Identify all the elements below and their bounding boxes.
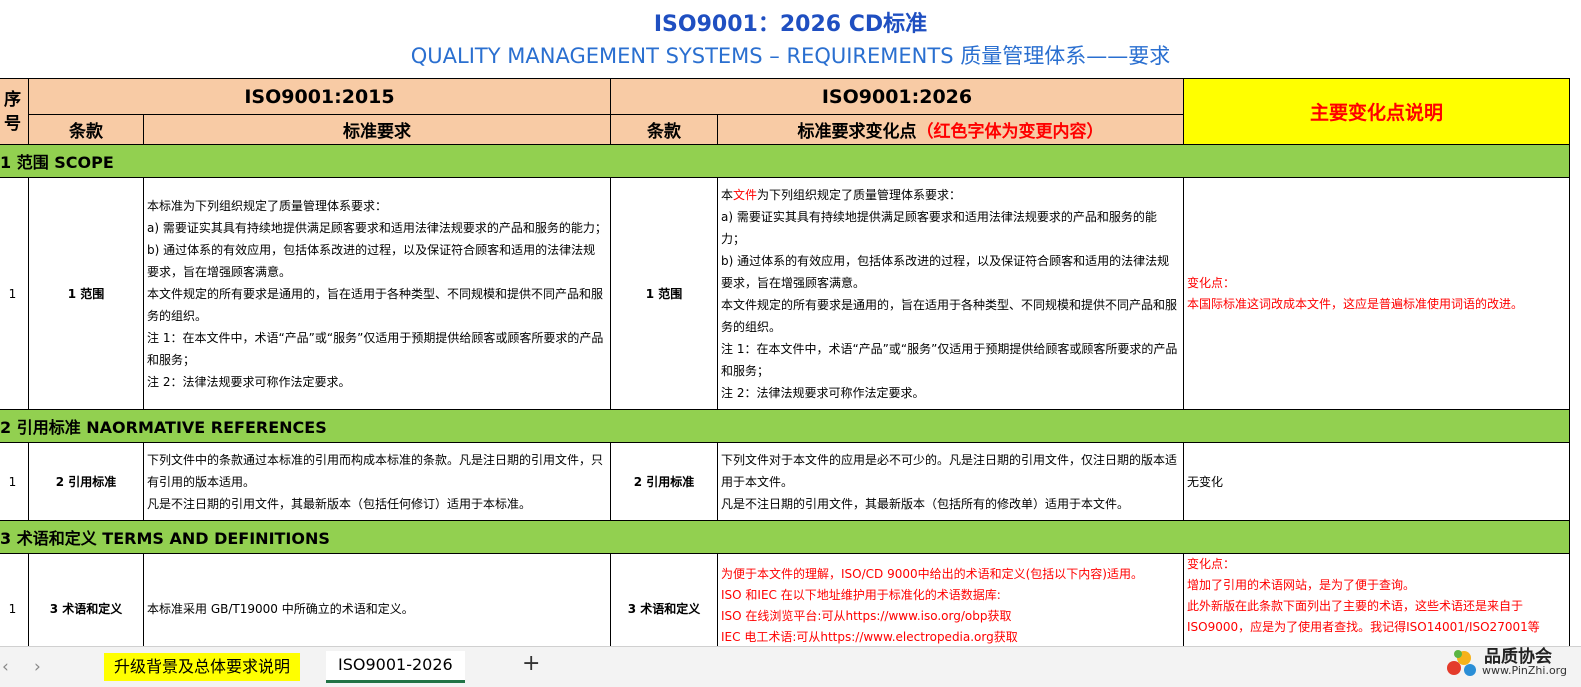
requirement-2015[interactable]: 下列文件中的条款通过本标准的引用而构成本标准的条款。凡是注日期的引用文件，只有引… [143,442,611,521]
add-sheet-button[interactable]: + [522,651,540,676]
header-main-change[interactable]: 主要变化点说明 [1183,78,1570,145]
prev-sheet-icon[interactable]: ‹ [2,657,9,677]
header-iso2026[interactable]: ISO9001:2026 [610,78,1184,115]
section-references[interactable]: 2 引用标准 NAORMATIVE REFERENCES [0,409,1570,443]
row-number[interactable]: 1 [0,177,29,410]
clause-2015[interactable]: 2 引用标准 [28,442,144,521]
watermark-url: www.PinZhi.org [1482,664,1567,677]
clause-2026[interactable]: 1 范围 [610,177,718,410]
requirement-2026[interactable]: 下列文件对于本文件的应用是必不可少的。凡是注日期的引用文件，仅注日期的版本适用于… [717,442,1184,521]
sheet-tab-bar: ‹ › 升级背景及总体要求说明 ISO9001-2026 + [0,646,1581,687]
next-sheet-icon[interactable]: › [34,657,41,677]
clause-2015[interactable]: 1 范围 [28,177,144,410]
change-note[interactable]: 变化点： 本国际标准这词改成本文件，这应是普遍标准使用词语的改进。 [1183,177,1570,410]
sheet-subtitle: QUALITY MANAGEMENT SYSTEMS – REQUIREMENT… [410,44,1171,68]
tab-background[interactable]: 升级背景及总体要求说明 [104,653,301,681]
comparison-table: 序 号 ISO9001:2015 ISO9001:2026 主要变化点说明 条款… [0,78,1570,664]
row-number[interactable]: 1 [0,442,29,521]
clause-2026[interactable]: 2 引用标准 [610,442,718,521]
change-note[interactable]: 无变化 [1183,442,1570,521]
header-change-2026[interactable]: 标准要求变化点（红色字体为变更内容） [717,114,1184,145]
requirement-2015[interactable]: 本标准为下列组织规定了质量管理体系要求： a) 需要证实其具有持续地提供满足顾客… [143,177,611,410]
header-requirement-2015[interactable]: 标准要求 [143,114,611,145]
pinzhi-logo-icon [1447,650,1476,676]
watermark-logo: 品质协会 www.PinZhi.org [1442,638,1577,684]
sheet-title: ISO9001：2026 CD标准 [653,12,928,37]
requirement-2026[interactable]: 本文件为下列组织规定了质量管理体系要求： a) 需要证实其具有持续地提供满足顾客… [717,177,1184,410]
header-clause-2026[interactable]: 条款 [610,114,718,145]
header-iso2015[interactable]: ISO9001:2015 [28,78,611,115]
tab-iso9001-2026[interactable]: ISO9001-2026 [326,651,465,683]
header-clause-2015[interactable]: 条款 [28,114,144,145]
header-seq[interactable]: 序 号 [0,78,29,145]
section-scope[interactable]: 1 范围 SCOPE [0,144,1570,178]
section-terms[interactable]: 3 术语和定义 TERMS AND DEFINITIONS [0,520,1570,554]
